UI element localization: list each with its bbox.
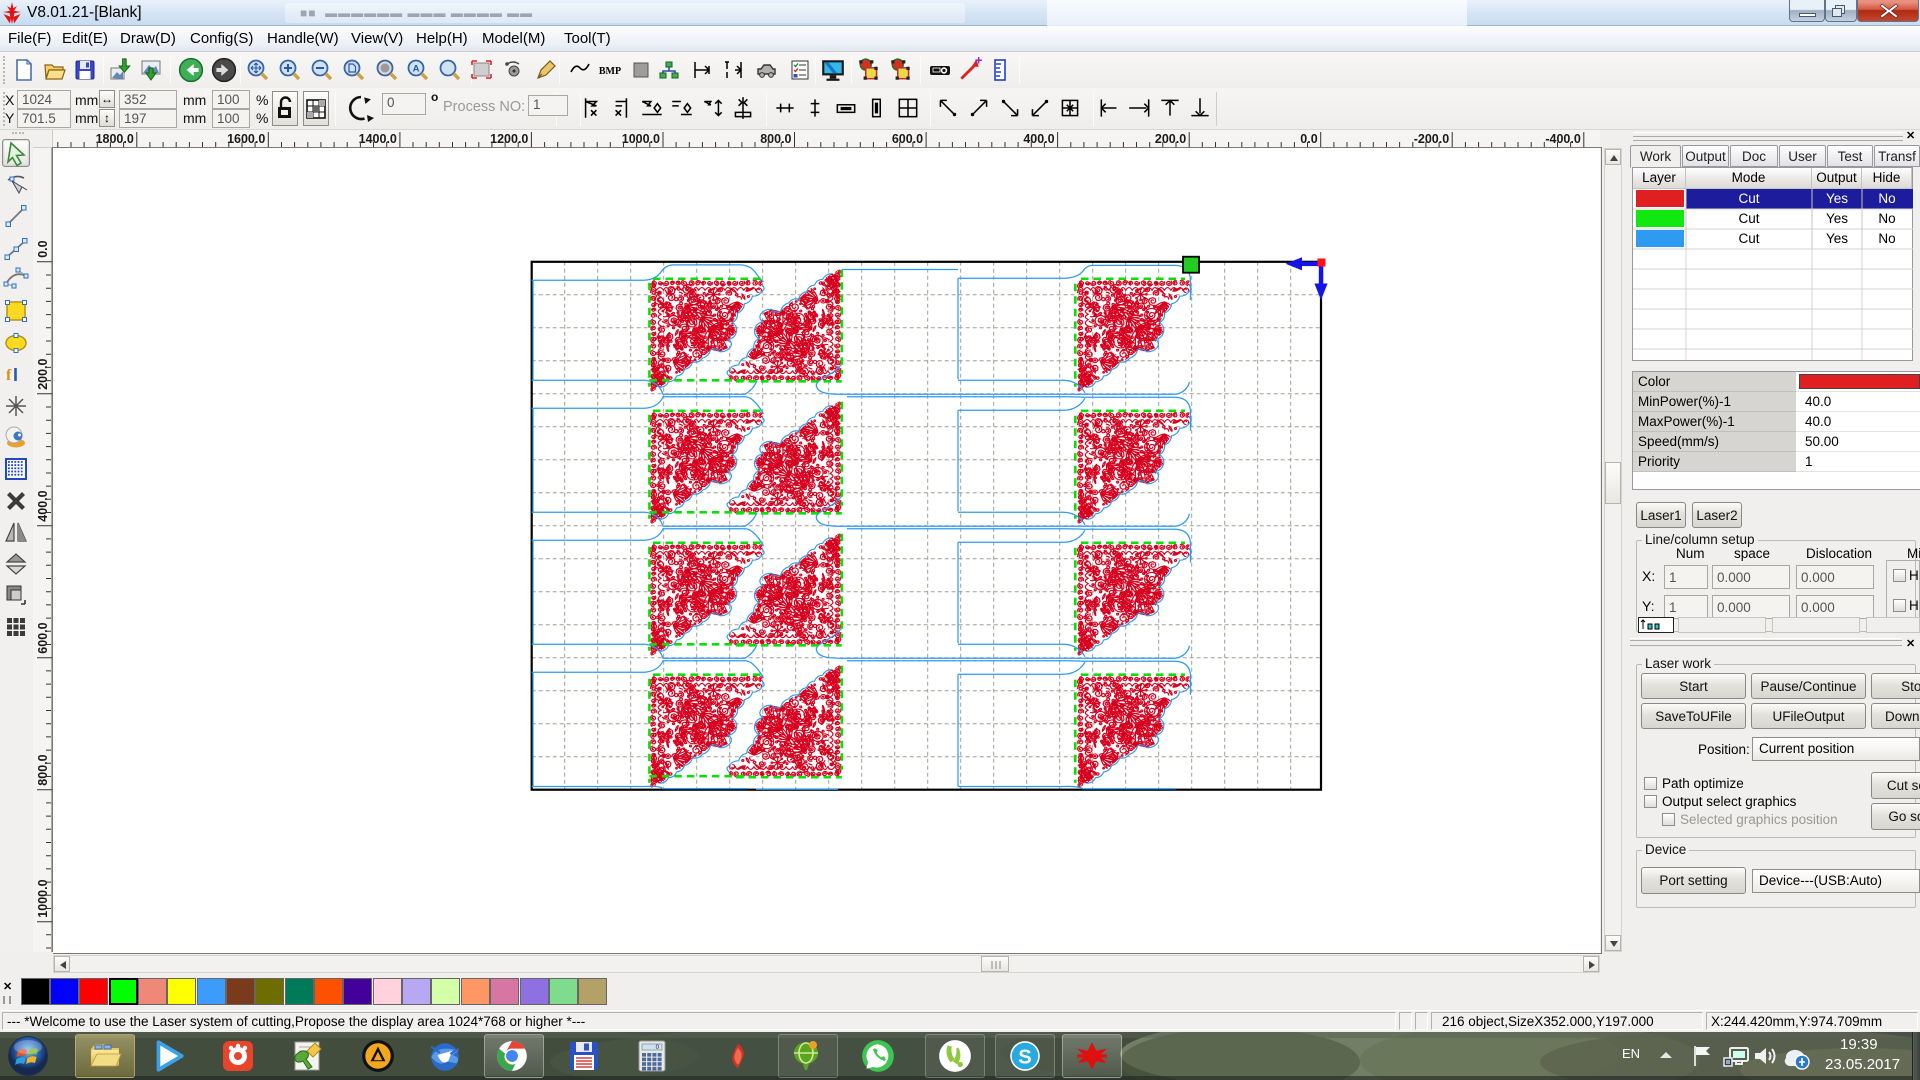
svg-text:800.0: 800.0 <box>760 132 791 146</box>
svg-text:-400.0: -400.0 <box>1545 132 1580 146</box>
svg-text:200.0: 200.0 <box>36 358 50 389</box>
svg-text:600.0: 600.0 <box>36 622 50 653</box>
svg-text:S: S <box>1018 1046 1031 1068</box>
svg-text:1000.0: 1000.0 <box>622 132 660 146</box>
svg-text:600.0: 600.0 <box>892 132 923 146</box>
svg-text:0.0: 0.0 <box>36 240 50 257</box>
svg-text:f: f <box>6 367 12 384</box>
svg-text:-200.0: -200.0 <box>1414 132 1449 146</box>
svg-text:800.0: 800.0 <box>36 754 50 785</box>
svg-text:400.0: 400.0 <box>1023 132 1054 146</box>
svg-text:1200.0: 1200.0 <box>490 132 528 146</box>
svg-text:400.0: 400.0 <box>36 490 50 521</box>
svg-text:0.0: 0.0 <box>1300 132 1317 146</box>
svg-text:BMP: BMP <box>599 66 621 77</box>
svg-text:1600.0: 1600.0 <box>227 132 265 146</box>
svg-text:1400.0: 1400.0 <box>359 132 397 146</box>
svg-text:1800.0: 1800.0 <box>96 132 134 146</box>
svg-text:1000.0: 1000.0 <box>36 879 50 917</box>
svg-text:200.0: 200.0 <box>1155 132 1186 146</box>
svg-text:A: A <box>413 64 420 75</box>
svg-text:I: I <box>13 365 18 385</box>
